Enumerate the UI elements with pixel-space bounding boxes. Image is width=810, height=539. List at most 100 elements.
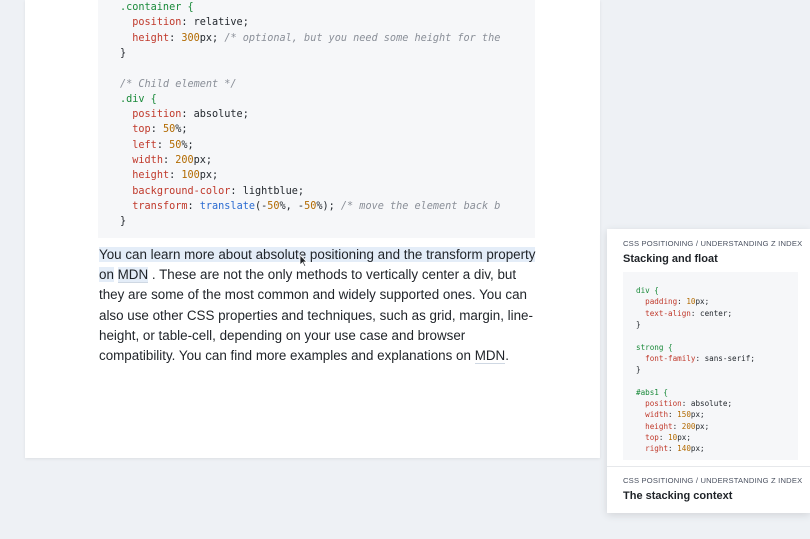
code-token: %; <box>175 124 188 136</box>
code-line: background-color: lightblue; <box>120 184 304 199</box>
code-token: position <box>132 17 182 29</box>
code-line: height: 200px; <box>636 421 709 432</box>
code-line: text-align: center; <box>636 308 732 319</box>
code-line: #abs1 { <box>636 387 668 398</box>
code-token: right <box>645 444 669 454</box>
code-line: right: 140px; <box>636 443 704 454</box>
code-line: } <box>636 364 641 375</box>
code-line: position: absolute; <box>636 398 732 409</box>
code-token: 50 <box>162 124 176 136</box>
code-line: font-family: sans-serif; <box>636 353 755 364</box>
code-line: position: absolute; <box>120 107 249 122</box>
code-line: left: 50%; <box>120 138 194 153</box>
code-token: : <box>169 32 182 44</box>
breadcrumb: CSS POSITIONING / UNDERSTANDING Z INDEX <box>623 476 803 485</box>
related-title[interactable]: Stacking and float <box>623 253 718 265</box>
breadcrumb: CSS POSITIONING / UNDERSTANDING Z INDEX <box>623 239 803 248</box>
code-token: /* optional, but you need some height fo… <box>224 32 501 44</box>
code-token: } <box>636 365 641 375</box>
code-token: text-align <box>645 308 691 318</box>
code-token: : <box>658 432 669 442</box>
code-token: 10 <box>668 432 678 442</box>
code-token: : center; <box>690 308 733 318</box>
code-token: height <box>645 421 673 431</box>
code-token: : <box>162 155 176 166</box>
code-line: position: relative; <box>120 15 249 30</box>
code-line: .div { <box>120 92 157 107</box>
code-token: : <box>668 410 678 420</box>
related-card[interactable]: CSS POSITIONING / UNDERSTANDING Z INDEX … <box>607 229 810 513</box>
code-token: } <box>120 216 127 228</box>
code-token: left <box>132 139 157 151</box>
code-token: transform <box>132 200 188 212</box>
code-token: px; <box>677 432 691 442</box>
code-token: : <box>150 124 163 136</box>
code-line: div { <box>636 285 659 296</box>
code-token: width <box>645 410 669 420</box>
code-line: strong { <box>636 342 673 353</box>
code-token: px; <box>695 421 710 431</box>
code-token: 100 <box>181 170 200 182</box>
code-token: %; <box>181 139 194 151</box>
code-token: 200 <box>175 155 194 166</box>
code-token: .container { <box>120 2 194 13</box>
code-token: 50 <box>169 139 182 151</box>
code-token: : <box>156 139 170 151</box>
code-token: 140 <box>677 444 691 454</box>
code-token: : <box>169 170 182 182</box>
mdn-link-2[interactable]: MDN <box>474 348 506 365</box>
paragraph-text-2: . These are not the only methods to vert… <box>99 267 533 364</box>
code-token: /* Child element */ <box>120 78 237 90</box>
code-token: padding <box>645 297 678 307</box>
code-token: px; <box>199 170 219 182</box>
code-line: top: 50%; <box>120 122 188 137</box>
code-token: 50 <box>304 200 317 212</box>
code-line: } <box>120 46 126 61</box>
related-item-stacking-and-float[interactable]: CSS POSITIONING / UNDERSTANDING Z INDEX … <box>607 229 810 466</box>
code-token: : <box>668 444 678 454</box>
code-line: width: 150px; <box>636 409 705 420</box>
code-line: transform: translate(-50%, -50%); /* mov… <box>120 199 500 214</box>
document-panel: .container { position: relative; height:… <box>25 0 600 458</box>
code-token: top <box>645 432 659 442</box>
code-token: : relative; <box>181 17 249 29</box>
code-token: strong { <box>636 342 673 352</box>
code-token: : sans-serif; <box>695 353 755 363</box>
code-token: /* move the element back b <box>340 200 501 212</box>
code-token: width <box>132 155 163 166</box>
code-line: /* Child element */ <box>120 77 237 92</box>
code-token: #abs1 { <box>636 387 669 397</box>
code-block: .container { position: relative; height:… <box>98 0 535 238</box>
mdn-link-1[interactable]: MDN <box>117 267 149 284</box>
code-token: div { <box>636 286 659 295</box>
code-token: (- <box>254 200 268 212</box>
code-token: %, - <box>279 200 305 212</box>
code-token: 200 <box>681 421 696 431</box>
code-token: px; <box>690 410 705 420</box>
code-token: : <box>187 200 200 212</box>
code-line: } <box>120 214 126 229</box>
code-token: translate <box>199 200 255 212</box>
code-token: 150 <box>677 410 691 420</box>
code-token: font-family <box>645 353 696 363</box>
related-title[interactable]: The stacking context <box>623 490 732 502</box>
code-line: .container { <box>120 0 194 15</box>
paragraph-text-3: . <box>505 348 509 364</box>
code-token: px; <box>193 155 213 166</box>
mini-code-block: div { padding: 10px; text-align: center;… <box>623 272 798 460</box>
related-item-stacking-context[interactable]: CSS POSITIONING / UNDERSTANDING Z INDEX … <box>607 466 810 513</box>
code-token: position <box>645 399 682 408</box>
code-token: : absolute; <box>181 109 249 121</box>
text-cursor-icon <box>299 254 307 267</box>
